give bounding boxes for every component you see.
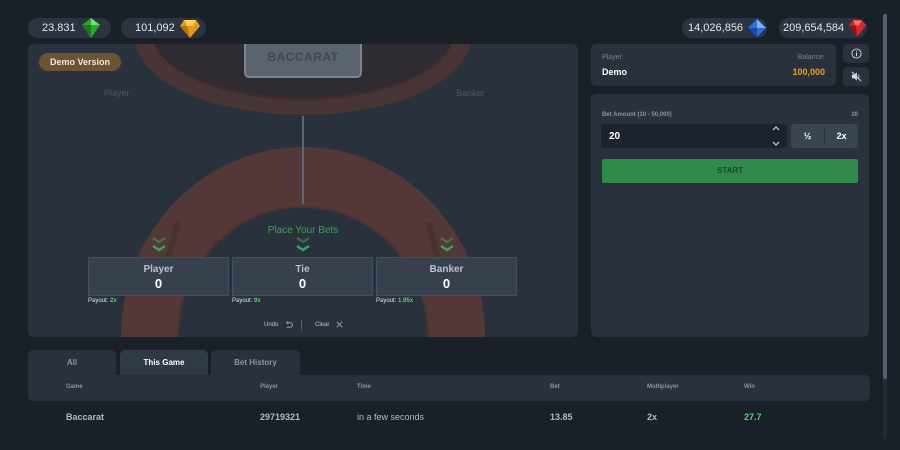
bet-modifier-group: ½ 2x — [791, 124, 858, 148]
undo-button[interactable]: Undo — [264, 320, 294, 329]
bet-box-label: Banker — [429, 264, 464, 275]
player-name: Demo — [602, 67, 628, 77]
game-table: BACCARAT Demo Version Player Banker Plac… — [28, 44, 578, 337]
bet-box-amount: 0 — [154, 276, 163, 291]
payout-label: Payout: — [88, 298, 109, 304]
payout-value: 1.95x — [398, 298, 414, 304]
column-header: Game — [66, 384, 83, 390]
player-label: Player — [602, 54, 622, 61]
payout-label: Payout: — [232, 298, 253, 304]
row-time: in a few seconds — [357, 412, 425, 422]
blue-balance-value: 14,026,856 — [688, 22, 744, 34]
balance-label: Balance: — [797, 54, 825, 61]
row-multiplier: 2x — [647, 412, 658, 422]
red-gem-icon — [849, 20, 867, 37]
payout-tie: Payout: 9x — [232, 298, 261, 304]
bet-amount-stepper[interactable] — [769, 125, 783, 147]
chevron-down-icon — [440, 236, 454, 252]
scrollbar[interactable] — [883, 14, 887, 439]
chevron-down-icon[interactable] — [772, 141, 780, 147]
column-header: Win — [744, 384, 755, 390]
bet-amount-max: 20 — [851, 112, 858, 118]
bet-box-player[interactable]: Player 0 — [88, 257, 229, 296]
orange-gem-icon — [179, 20, 200, 38]
banker-side-label: Banker — [456, 88, 485, 98]
red-balance-value: 209,654,584 — [783, 22, 845, 34]
bet-panel: Bet Amount (10 - 50,000) 20 ½ 2x START — [591, 94, 869, 337]
bet-box-label: Tie — [295, 264, 310, 275]
red-gem-balance[interactable]: 209,654,584 — [779, 18, 867, 38]
bet-box-label: Player — [143, 264, 174, 275]
tab-all[interactable]: All — [28, 350, 116, 375]
demo-badge: Demo Version — [39, 53, 122, 71]
column-header: Multiplayer — [647, 384, 679, 390]
blue-gem-icon — [747, 18, 767, 38]
player-side-label: Player — [104, 88, 130, 98]
double-bet-button[interactable]: 2x — [825, 124, 858, 148]
card-shoe: BACCARAT — [244, 44, 362, 78]
bet-box-amount: 0 — [442, 276, 451, 291]
green-gem-balance[interactable]: 23.831 — [28, 18, 111, 38]
player-card: Player Demo Balance: 100,000 — [591, 44, 836, 86]
chevron-down-icon — [296, 236, 310, 252]
center-divider — [302, 116, 304, 204]
blue-gem-balance[interactable]: 14,026,856 — [682, 18, 767, 38]
sound-toggle-button[interactable] — [843, 67, 869, 86]
row-player: 29719321 — [260, 412, 301, 422]
tab-bet-history[interactable]: Bet History — [211, 350, 300, 375]
column-header: Player — [260, 384, 279, 390]
table-row[interactable]: Baccarat 29719321 in a few seconds 13.85… — [28, 405, 870, 431]
undo-icon — [286, 320, 294, 328]
tab-this-game[interactable]: This Game — [120, 350, 208, 375]
sound-off-icon — [851, 71, 861, 82]
bet-box-tie[interactable]: Tie 0 — [232, 257, 373, 296]
half-bet-button[interactable]: ½ — [791, 124, 824, 148]
bet-amount-label: Bet Amount (10 - 50,000) — [602, 112, 672, 118]
chevron-up-icon[interactable] — [772, 125, 780, 131]
bet-box-banker[interactable]: Banker 0 — [376, 257, 517, 296]
close-icon — [336, 321, 343, 328]
payout-label: Payout: — [376, 298, 397, 304]
clear-label: Clear — [315, 321, 330, 328]
payout-value: 9x — [254, 298, 261, 304]
row-win: 27.7 — [744, 412, 762, 422]
row-bet: 13.85 — [550, 412, 573, 422]
payout-banker: Payout: 1.95x — [376, 298, 413, 304]
payout-value: 2x — [110, 298, 117, 304]
column-header: Time — [357, 384, 371, 390]
info-button[interactable] — [843, 44, 869, 63]
undo-label: Undo — [264, 321, 279, 328]
start-button[interactable]: START — [602, 159, 858, 183]
bet-amount-input[interactable] — [601, 124, 787, 148]
orange-gem-balance[interactable]: 101,092 — [121, 18, 206, 38]
payout-player: Payout: 2x — [88, 298, 117, 304]
balance-value: 100,000 — [792, 67, 825, 77]
top-bar: 23.831 101,092 14,026,856 209,654,584 — [0, 0, 900, 40]
column-header: Bet — [550, 384, 560, 390]
scrollbar-thumb[interactable] — [883, 14, 887, 379]
bet-box-amount: 0 — [298, 276, 307, 291]
info-icon — [850, 48, 862, 59]
table-header: Game Player Time Bet Multiplayer Win — [28, 375, 870, 401]
history-table: Game Player Time Bet Multiplayer Win Bac… — [28, 375, 870, 431]
green-gem-icon — [81, 18, 100, 38]
clear-button[interactable]: Clear — [315, 320, 344, 329]
orange-balance-value: 101,092 — [135, 22, 175, 34]
chevron-down-icon — [152, 236, 166, 252]
row-game: Baccarat — [66, 412, 105, 422]
green-balance-value: 23.831 — [42, 22, 76, 34]
undo-clear-divider — [301, 320, 302, 331]
